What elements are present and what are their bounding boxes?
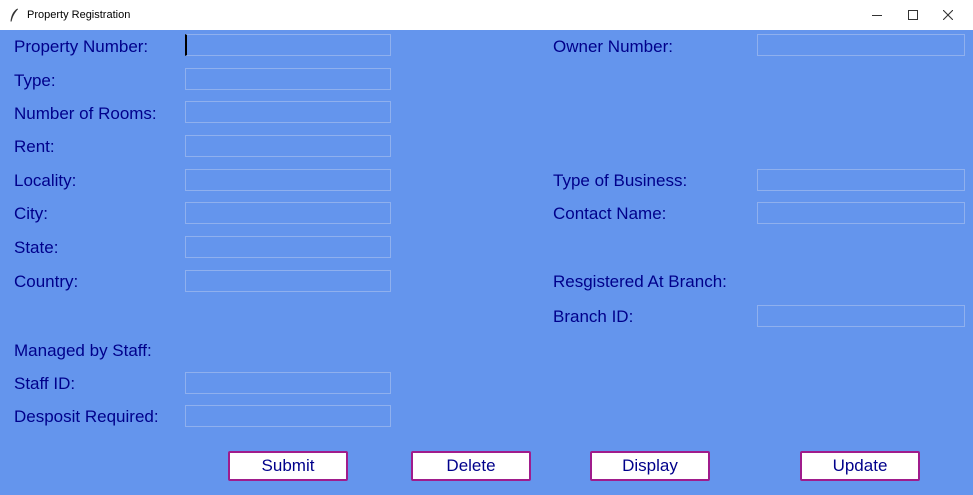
rent-label: Rent:: [14, 137, 55, 156]
staff-id-label: Staff ID:: [14, 374, 76, 393]
country-input[interactable]: [185, 270, 391, 292]
minimize-icon: [872, 15, 882, 16]
contact-name-label: Contact Name:: [553, 204, 667, 223]
city-input[interactable]: [185, 202, 391, 224]
title-bar[interactable]: Property Registration: [0, 0, 973, 30]
branch-id-input[interactable]: [757, 305, 965, 327]
property-registration-window: Property Registration Property Number: T…: [0, 0, 973, 495]
type-input[interactable]: [185, 68, 391, 90]
form-area: Property Number: Type: Number of Rooms: …: [0, 30, 973, 495]
minimize-button[interactable]: [857, 0, 897, 30]
city-label: City:: [14, 204, 48, 223]
branch-id-label: Branch ID:: [553, 307, 634, 326]
window-title: Property Registration: [27, 9, 131, 21]
number-of-rooms-input[interactable]: [185, 101, 391, 123]
close-icon: [943, 10, 953, 20]
update-button[interactable]: Update: [800, 451, 920, 481]
owner-number-label: Owner Number:: [553, 37, 673, 56]
property-number-label: Property Number:: [14, 37, 149, 56]
submit-button[interactable]: Submit: [228, 451, 348, 481]
type-of-business-label: Type of Business:: [553, 171, 688, 190]
managed-by-staff-label: Managed by Staff:: [14, 341, 152, 360]
type-label: Type:: [14, 71, 56, 90]
feather-icon: [10, 8, 18, 22]
registered-at-branch-label: Resgistered At Branch:: [553, 272, 727, 291]
delete-button[interactable]: Delete: [411, 451, 531, 481]
close-button[interactable]: [928, 0, 968, 30]
deposit-required-input[interactable]: [185, 405, 391, 427]
maximize-icon: [908, 10, 918, 20]
state-label: State:: [14, 238, 59, 257]
owner-number-input[interactable]: [757, 34, 965, 56]
display-button[interactable]: Display: [590, 451, 710, 481]
locality-input[interactable]: [185, 169, 391, 191]
contact-name-input[interactable]: [757, 202, 965, 224]
property-number-input[interactable]: [185, 34, 391, 56]
rent-input[interactable]: [185, 135, 391, 157]
type-of-business-input[interactable]: [757, 169, 965, 191]
state-input[interactable]: [185, 236, 391, 258]
country-label: Country:: [14, 272, 79, 291]
locality-label: Locality:: [14, 171, 77, 190]
deposit-required-label: Desposit Required:: [14, 407, 159, 426]
staff-id-input[interactable]: [185, 372, 391, 394]
number-of-rooms-label: Number of Rooms:: [14, 104, 157, 123]
maximize-button[interactable]: [893, 0, 933, 30]
